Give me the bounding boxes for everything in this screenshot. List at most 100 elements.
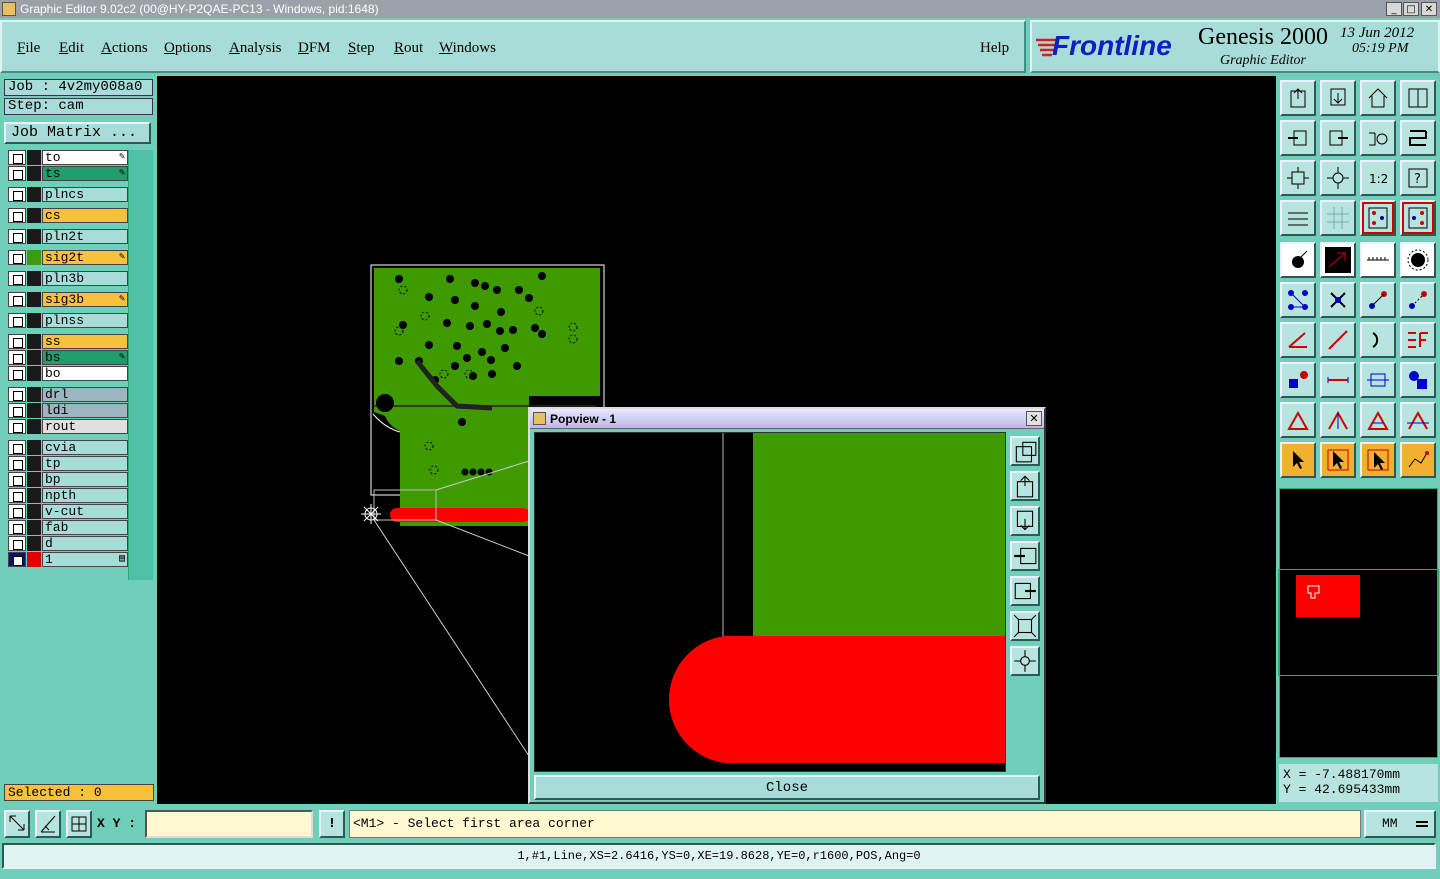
layer-row-fab[interactable]: fab xyxy=(8,520,128,535)
tool-settings-button[interactable] xyxy=(1280,200,1316,236)
tool-zoom-home-button[interactable] xyxy=(1320,160,1356,196)
tool-add-pad-button[interactable] xyxy=(1280,242,1316,278)
layer-checkbox[interactable] xyxy=(8,187,26,202)
layer-name[interactable]: sig3b ✎ xyxy=(42,292,128,307)
snap-button[interactable] xyxy=(4,810,30,838)
layer-name[interactable]: ss xyxy=(42,334,128,349)
popview-pan-down-button[interactable] xyxy=(1010,506,1040,536)
measure-button[interactable] xyxy=(35,810,61,838)
layer-checkbox[interactable] xyxy=(8,292,26,307)
layer-name[interactable]: fab xyxy=(42,520,128,535)
layer-name[interactable]: rout xyxy=(42,419,128,434)
popview-zoom-home-button[interactable] xyxy=(1010,646,1040,676)
tool-triangle-c-button[interactable] xyxy=(1360,402,1396,438)
layer-checkbox[interactable] xyxy=(8,419,26,434)
tool-angle-button[interactable] xyxy=(1280,322,1316,358)
menu-rout[interactable]: Rout xyxy=(394,40,423,57)
layer-row-v-cut[interactable]: v-cut xyxy=(8,504,128,519)
menu-edit[interactable]: Edit xyxy=(59,40,84,57)
layer-row-plncs[interactable]: plncs xyxy=(8,187,128,202)
layer-checkbox[interactable] xyxy=(8,387,26,402)
tool-layers-b-button[interactable] xyxy=(1400,200,1436,236)
menu-actions[interactable]: Actions xyxy=(101,40,148,57)
layer-name[interactable]: cvia xyxy=(42,440,128,455)
layer-row-plnss[interactable]: plnss xyxy=(8,313,128,328)
layer-row-ss[interactable]: ss xyxy=(8,334,128,349)
tool-home-button[interactable] xyxy=(1360,80,1396,116)
layer-row-cs[interactable]: cs xyxy=(8,208,128,223)
tool-trim-button[interactable] xyxy=(1320,362,1356,398)
tool-move-button[interactable] xyxy=(1360,282,1396,318)
tool-select-box-button[interactable] xyxy=(1320,442,1356,478)
tool-select-touch-button[interactable] xyxy=(1360,442,1396,478)
layer-checkbox[interactable] xyxy=(8,229,26,244)
layer-row-ts[interactable]: ts ✎ xyxy=(8,166,128,181)
layer-name[interactable]: 1 ▤ xyxy=(42,552,128,567)
layer-row-cvia[interactable]: cvia xyxy=(8,440,128,455)
layer-checkbox[interactable] xyxy=(8,334,26,349)
layer-name[interactable]: cs xyxy=(42,208,128,223)
tool-connect-button[interactable] xyxy=(1280,282,1316,318)
close-window-button[interactable]: ✕ xyxy=(1421,2,1437,16)
layer-row-pln3b[interactable]: pln3b xyxy=(8,271,128,286)
layer-checkbox[interactable] xyxy=(8,350,26,365)
job-matrix-button[interactable]: Job Matrix ... xyxy=(4,122,151,144)
layer-name[interactable]: plncs xyxy=(42,187,128,202)
tool-select-button[interactable] xyxy=(1280,442,1316,478)
layer-row-bp[interactable]: bp xyxy=(8,472,128,487)
layer-checkbox[interactable] xyxy=(8,208,26,223)
tool-select-net-button[interactable] xyxy=(1400,442,1436,478)
popview-canvas[interactable] xyxy=(534,432,1006,772)
layer-name[interactable]: pln2t xyxy=(42,229,128,244)
layer-checkbox[interactable] xyxy=(8,456,26,471)
menu-options[interactable]: Options xyxy=(164,40,212,57)
tool-layers-a-button[interactable] xyxy=(1360,200,1396,236)
tool-scale-button[interactable]: 1:2 xyxy=(1360,160,1396,196)
layer-name[interactable]: ts ✎ xyxy=(42,166,128,181)
popview-pan-left-button[interactable] xyxy=(1010,541,1040,571)
layer-name[interactable]: pln3b xyxy=(42,271,128,286)
layer-row-pln2t[interactable]: pln2t xyxy=(8,229,128,244)
layer-name[interactable]: bs ✎ xyxy=(42,350,128,365)
layer-checkbox[interactable] xyxy=(8,313,26,328)
tool-delete-button[interactable] xyxy=(1320,282,1356,318)
layer-row-d[interactable]: d xyxy=(8,536,128,551)
menu-analysis[interactable]: Analysis xyxy=(229,40,282,57)
layer-row-to[interactable]: to ✎ xyxy=(8,150,128,165)
layer-row-tp[interactable]: tp xyxy=(8,456,128,471)
layer-row-drl[interactable]: drl xyxy=(8,387,128,402)
layer-checkbox[interactable] xyxy=(8,403,26,418)
layer-checkbox[interactable] xyxy=(8,472,26,487)
layer-row-1[interactable]: 1 ▤ xyxy=(8,552,128,567)
layer-checkbox[interactable] xyxy=(8,504,26,519)
tool-mirror-button[interactable] xyxy=(1400,322,1436,358)
abort-button[interactable]: ! xyxy=(319,810,345,838)
tool-grid-display-button[interactable] xyxy=(1320,200,1356,236)
tool-triangle-d-button[interactable] xyxy=(1400,402,1436,438)
xy-input[interactable] xyxy=(145,810,313,838)
layer-row-rout[interactable]: rout xyxy=(8,419,128,434)
tool-save-button[interactable] xyxy=(1320,80,1356,116)
layer-checkbox[interactable] xyxy=(8,366,26,381)
tool-undo-button[interactable] xyxy=(1360,120,1396,156)
layer-name[interactable]: sig2t ✎ xyxy=(42,250,128,265)
menu-windows[interactable]: Windows xyxy=(439,40,496,57)
tool-arc-button[interactable] xyxy=(1360,322,1396,358)
tool-move-pad-button[interactable] xyxy=(1280,362,1316,398)
layer-name[interactable]: to ✎ xyxy=(42,150,128,165)
layer-row-sig2t[interactable]: sig2t ✎ xyxy=(8,250,128,265)
minimize-button[interactable]: _ xyxy=(1386,2,1402,16)
grid-snap-button[interactable] xyxy=(66,810,92,838)
layer-row-bo[interactable]: bo xyxy=(8,366,128,381)
popview-pan-right-button[interactable] xyxy=(1010,576,1040,606)
layer-row-npth[interactable]: npth xyxy=(8,488,128,503)
units-selector[interactable]: MM xyxy=(1364,810,1436,838)
layer-name[interactable]: ldi xyxy=(42,403,128,418)
tool-zoom-fit-button[interactable] xyxy=(1280,160,1316,196)
menu-help[interactable]: Help xyxy=(980,40,1009,57)
layer-name[interactable]: plnss xyxy=(42,313,128,328)
menu-step[interactable]: Step xyxy=(348,40,375,57)
tool-help-button[interactable]: ? xyxy=(1400,160,1436,196)
layer-checkbox[interactable] xyxy=(8,271,26,286)
popview-titlebar[interactable]: Popview - 1 ✕ xyxy=(530,409,1044,429)
